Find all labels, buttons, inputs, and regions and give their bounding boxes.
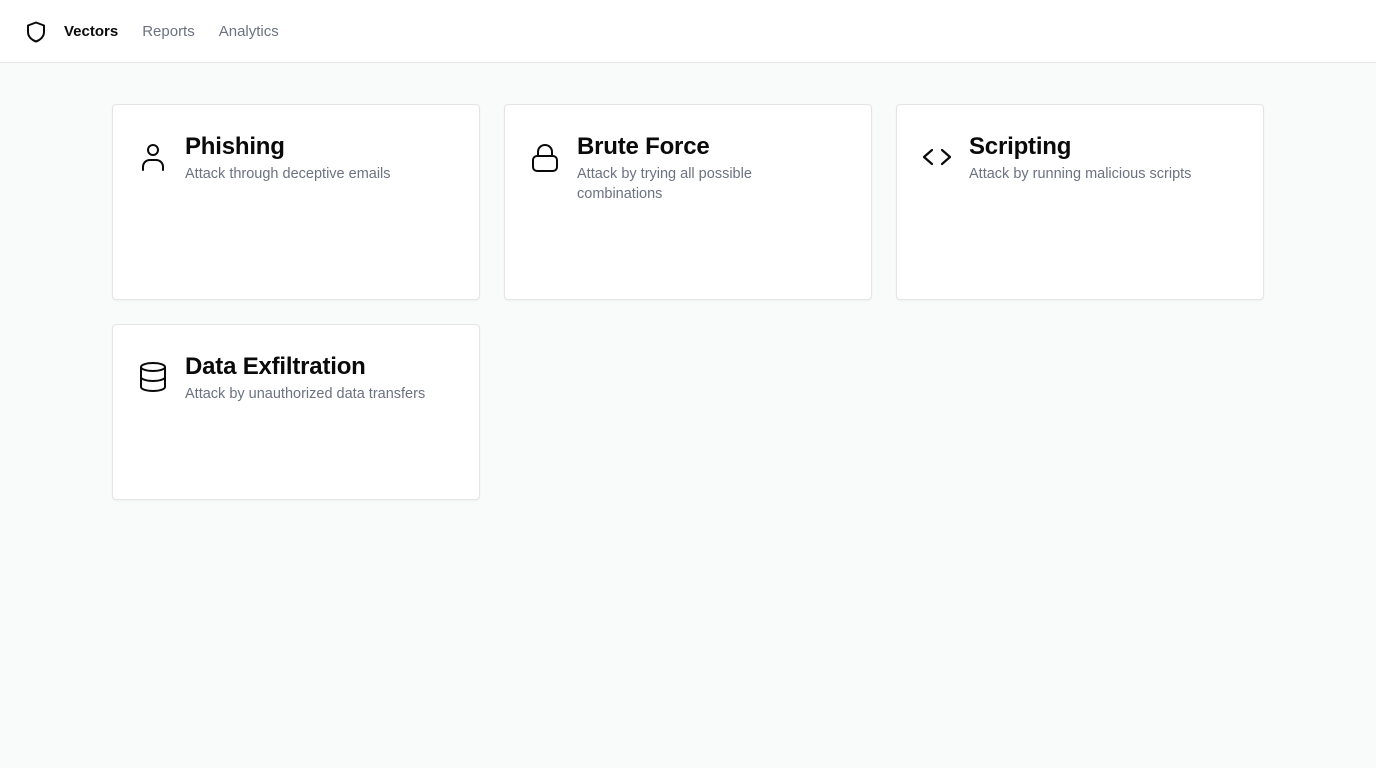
nav-item-analytics[interactable]: Analytics (219, 22, 279, 42)
code-icon (922, 148, 952, 166)
user-icon (142, 144, 164, 171)
nav-item-vectors[interactable]: Vectors (64, 22, 118, 42)
card-description: Attack through deceptive emails (185, 166, 391, 182)
card-description: Attack by running malicious scripts (969, 166, 1192, 182)
card-description: Attack by unauthorized data transfers (185, 386, 426, 402)
card-description: Attack by trying all possible combinatio… (577, 166, 752, 202)
card-title: Scripting (969, 133, 1072, 160)
shield-icon[interactable] (24, 20, 48, 44)
card-scripting[interactable]: Scripting Attack by running malicious sc… (896, 104, 1264, 300)
card-title: Brute Force (577, 133, 710, 160)
card-data-exfiltration[interactable]: Data Exfiltration Attack by unauthorized… (112, 324, 480, 500)
card-phishing[interactable]: Phishing Attack through deceptive emails (112, 104, 480, 300)
lock-icon (532, 144, 558, 172)
card-title: Phishing (185, 133, 285, 160)
card-title: Data Exfiltration (185, 353, 366, 380)
main-nav: Vectors Reports Analytics (64, 22, 279, 42)
database-icon (140, 362, 166, 393)
nav-item-reports[interactable]: Reports (142, 22, 195, 42)
card-brute-force[interactable]: Brute Force Attack by trying all possibl… (504, 104, 872, 300)
top-navigation-bar: Vectors Reports Analytics (0, 0, 1376, 63)
